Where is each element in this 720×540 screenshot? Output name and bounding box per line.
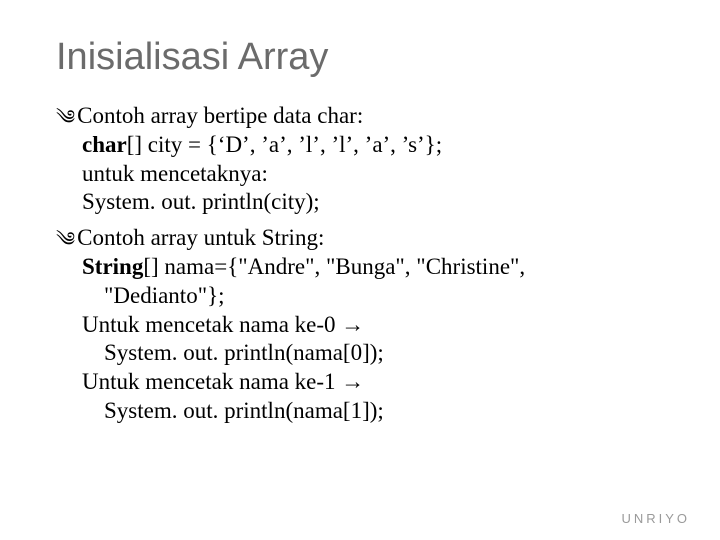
char-decl-rest: [] city = {‘D’, ’a’, ’l’, ’l’, ’a’, ’s’}… — [127, 132, 442, 157]
code-line-string-decl: String[] nama={"Andre", "Bunga", "Christ… — [56, 253, 664, 282]
slide-title: Inisialisasi Array — [56, 36, 664, 79]
text-untuk-mencetaknya: untuk mencetaknya: — [56, 160, 664, 189]
keyword-char: char — [82, 132, 127, 157]
bullet-icon: ༄ — [56, 105, 75, 131]
string-decl-rest: [] nama={"Andre", "Bunga", "Christine", — [143, 254, 525, 279]
bullet-2: ༄ Contoh array untuk String: — [56, 223, 664, 253]
code-println-nama0: System. out. println(nama[0]); — [56, 339, 664, 368]
text-cetak-1: Untuk mencetak nama ke-1 → — [56, 368, 664, 397]
code-println-city: System. out. println(city); — [56, 188, 664, 217]
code-line-string-decl-cont: "Dedianto"}; — [56, 282, 664, 311]
bullet-2-text: Contoh array untuk String: — [77, 223, 324, 253]
bullet-1: ༄ Contoh array bertipe data char: — [56, 101, 664, 131]
slide: Inisialisasi Array ༄ Contoh array bertip… — [0, 0, 720, 426]
text-cetak-0: Untuk mencetak nama ke-0 → — [56, 311, 664, 340]
keyword-string: String — [82, 254, 143, 279]
code-line-char-decl: char[] city = {‘D’, ’a’, ’l’, ’l’, ’a’, … — [56, 131, 664, 160]
code-println-nama1: System. out. println(nama[1]); — [56, 397, 664, 426]
bullet-icon: ༄ — [56, 227, 75, 253]
bullet-1-text: Contoh array bertipe data char: — [77, 101, 363, 131]
footer-brand: UNRIYO — [621, 511, 690, 526]
